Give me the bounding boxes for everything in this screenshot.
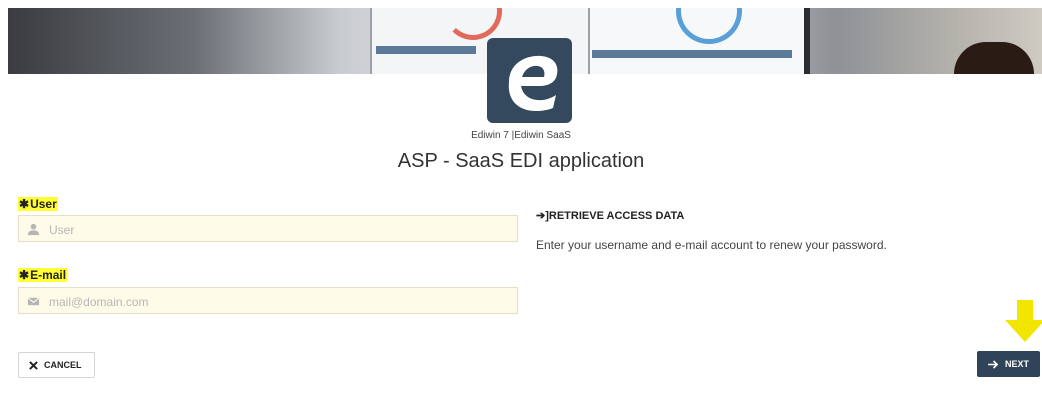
email-input[interactable] <box>47 288 511 315</box>
user-label: ✱User <box>18 197 58 211</box>
required-mark: ✱ <box>19 268 30 282</box>
envelope-icon <box>27 297 40 306</box>
arrow-right-icon <box>988 359 999 369</box>
page-title: ASP - SaaS EDI application <box>397 150 645 172</box>
close-icon <box>29 360 38 370</box>
retrieve-title-text: RETRIEVE ACCESS DATA <box>548 210 685 222</box>
email-label: ✱E-mail <box>18 268 68 282</box>
retrieve-description: Enter your username and e-mail account t… <box>536 238 887 252</box>
e-letter-icon <box>508 55 558 111</box>
user-input[interactable] <box>47 216 511 243</box>
sign-in-arrow-icon: ➔] <box>536 210 549 222</box>
hero-coffee-cup <box>954 42 1034 74</box>
ediwin-logo <box>487 38 572 123</box>
email-label-text: E-mail <box>30 268 67 282</box>
arrow-down-icon <box>1005 300 1042 342</box>
user-field[interactable] <box>18 215 518 243</box>
app-version: Ediwin 7 |Ediwin SaaS <box>471 130 571 141</box>
user-label-text: User <box>30 197 57 211</box>
hero-table-header <box>376 46 476 54</box>
hero-table-header <box>592 50 792 58</box>
retrieve-heading: ➔]RETRIEVE ACCESS DATA <box>536 209 684 222</box>
next-button[interactable]: NEXT <box>977 351 1040 377</box>
user-icon <box>27 223 40 236</box>
required-mark: ✱ <box>19 197 30 211</box>
cancel-button-label: CANCEL <box>44 360 82 370</box>
cancel-button[interactable]: CANCEL <box>18 352 95 378</box>
next-button-label: NEXT <box>1004 359 1029 369</box>
email-field[interactable] <box>18 287 518 315</box>
